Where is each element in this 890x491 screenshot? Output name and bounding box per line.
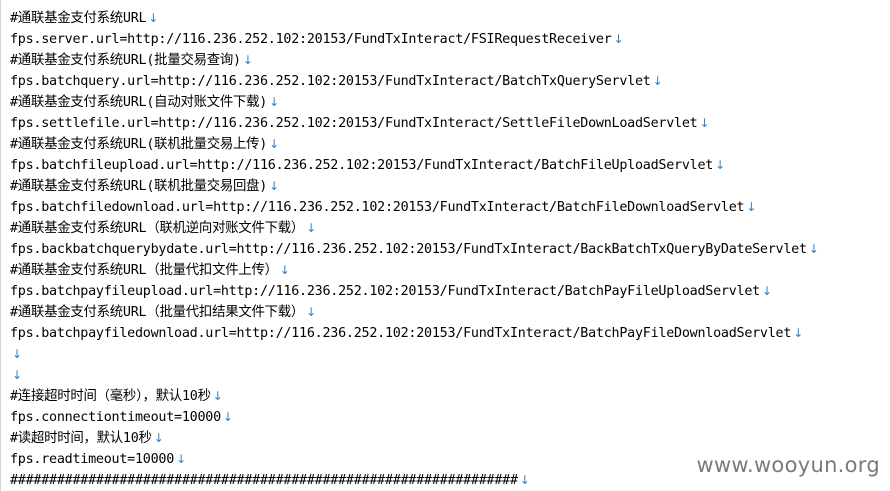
paragraph-mark-icon: ↓ (808, 242, 819, 256)
line-text: fps.connectiontimeout=10000 (10, 410, 221, 425)
empty-line[interactable]: ↓ (10, 344, 819, 365)
line-text: fps.batchquery.url=http://116.236.252.10… (10, 74, 651, 89)
line-text: #通联基金支付系统URL(联机批量交易回盘) (10, 179, 268, 194)
comment-line[interactable]: #通联基金支付系统URL ↓ (10, 8, 819, 29)
paragraph-mark-icon: ↓ (746, 200, 757, 214)
comment-line[interactable]: #通联基金支付系统URL（批量代扣文件上传） ↓ (10, 260, 819, 281)
line-text: ########################################… (10, 473, 518, 488)
config-line[interactable]: fps.batchfileupload.url=http://116.236.2… (10, 155, 819, 176)
comment-line[interactable]: #通联基金支付系统URL(联机批量交易上传) ↓ (10, 134, 819, 155)
paragraph-mark-icon: ↓ (269, 179, 279, 193)
line-text: fps.batchpayfiledownload.url=http://116.… (10, 326, 792, 341)
line-text: #连接超时时间（毫秒），默认10秒 (10, 389, 211, 404)
paragraph-mark-icon: ↓ (269, 95, 279, 109)
text-editor[interactable]: #通联基金支付系统URL ↓ fps.server.url=http://116.2… (0, 0, 890, 491)
line-text: fps.batchfiledownload.url=http://116.236… (10, 200, 745, 215)
line-text: fps.batchfileupload.url=http://116.236.2… (10, 158, 714, 173)
config-line[interactable]: fps.server.url=http://116.236.252.102:20… (10, 29, 819, 50)
paragraph-mark-icon: ↓ (306, 221, 316, 235)
paragraph-mark-icon: ↓ (699, 116, 710, 130)
config-line[interactable]: fps.batchpayfiledownload.url=http://116.… (10, 323, 819, 344)
line-text: #通联基金支付系统URL（批量代扣文件上传） (10, 263, 278, 278)
comment-line[interactable]: #通联基金支付系统URL(批量交易查询) ↓ (10, 50, 819, 71)
comment-line[interactable]: #读超时时间，默认10秒 ↓ (10, 428, 819, 449)
paragraph-mark-icon: ↓ (12, 368, 22, 382)
line-text: fps.batchpayfileupload.url=http://116.23… (10, 284, 760, 299)
paragraph-mark-icon: ↓ (12, 347, 22, 361)
paragraph-mark-icon: ↓ (222, 410, 233, 424)
paragraph-mark-icon: ↓ (761, 284, 772, 298)
line-text: #通联基金支付系统URL(批量交易查询) (10, 53, 241, 68)
paragraph-mark-icon: ↓ (652, 74, 663, 88)
paragraph-mark-icon: ↓ (519, 473, 530, 487)
config-line[interactable]: fps.connectiontimeout=10000 ↓ (10, 407, 819, 428)
config-line[interactable]: fps.backbatchquerybydate.url=http://116.… (10, 239, 819, 260)
paragraph-mark-icon: ↓ (715, 158, 725, 172)
paragraph-mark-icon: ↓ (148, 11, 159, 25)
paragraph-mark-icon: ↓ (212, 389, 223, 403)
comment-line[interactable]: #通联基金支付系统URL(自动对账文件下载) ↓ (10, 92, 819, 113)
line-text: #读超时时间，默认10秒 (10, 431, 152, 446)
watermark: www.wooyun.org (696, 453, 880, 477)
line-text: #通联基金支付系统URL(自动对账文件下载) (10, 95, 268, 110)
config-lines: #通联基金支付系统URL ↓ fps.server.url=http://116.2… (10, 8, 819, 491)
comment-line[interactable]: #通联基金支付系统URL（联机逆向对账文件下载） ↓ (10, 218, 819, 239)
line-text: #通联基金支付系统URL（批量代扣结果文件下载） (10, 305, 305, 320)
paragraph-mark-icon: ↓ (153, 431, 164, 445)
paragraph-mark-icon: ↓ (269, 137, 279, 151)
comment-line[interactable]: #通联基金支付系统URL（批量代扣结果文件下载） ↓ (10, 302, 819, 323)
line-text: fps.backbatchquerybydate.url=http://116.… (10, 242, 807, 257)
config-line[interactable]: fps.batchpayfileupload.url=http://116.23… (10, 281, 819, 302)
line-text: fps.server.url=http://116.236.252.102:20… (10, 32, 612, 47)
line-text: #通联基金支付系统URL(联机批量交易上传) (10, 137, 268, 152)
empty-line[interactable]: ↓ (10, 365, 819, 386)
comment-line[interactable]: #连接超时时间（毫秒），默认10秒 ↓ (10, 386, 819, 407)
line-text: fps.readtimeout=10000 (10, 452, 175, 467)
line-text: #通联基金支付系统URL (10, 11, 147, 26)
paragraph-mark-icon: ↓ (306, 305, 316, 319)
paragraph-mark-icon: ↓ (613, 32, 624, 46)
paragraph-mark-icon: ↓ (793, 326, 803, 340)
config-line[interactable]: fps.batchquery.url=http://116.236.252.10… (10, 71, 819, 92)
comment-line[interactable]: #通联基金支付系统URL(联机批量交易回盘) ↓ (10, 176, 819, 197)
paragraph-mark-icon: ↓ (176, 452, 186, 466)
paragraph-mark-icon: ↓ (242, 53, 253, 67)
config-line[interactable]: fps.batchfiledownload.url=http://116.236… (10, 197, 819, 218)
line-text: fps.settlefile.url=http://116.236.252.10… (10, 116, 698, 131)
config-line[interactable]: fps.settlefile.url=http://116.236.252.10… (10, 113, 819, 134)
paragraph-mark-icon: ↓ (279, 263, 290, 277)
line-text: #通联基金支付系统URL（联机逆向对账文件下载） (10, 221, 305, 236)
